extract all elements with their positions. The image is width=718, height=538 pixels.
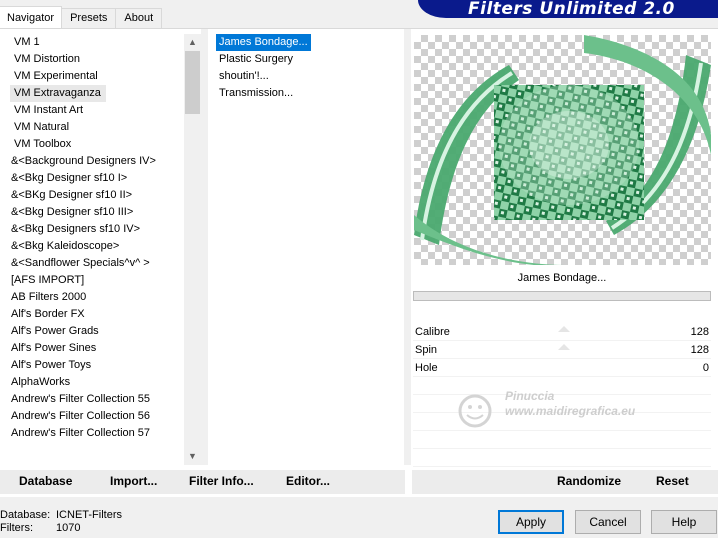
param-row-empty	[413, 431, 711, 449]
category-item[interactable]: Alf's Border FX	[0, 306, 184, 323]
database-value: ICNET-Filters	[56, 509, 122, 521]
param-value: 128	[690, 344, 709, 356]
filter-item[interactable]: Transmission...	[216, 85, 404, 102]
category-item[interactable]: Andrew's Filter Collection 56	[0, 408, 184, 425]
category-item[interactable]: Alf's Power Sines	[0, 340, 184, 357]
category-item[interactable]: Andrew's Filter Collection 55	[0, 391, 184, 408]
watermark-line2: www.maidiregrafica.eu	[505, 404, 636, 418]
reset-button[interactable]: Reset	[656, 470, 689, 492]
param-row-empty	[413, 449, 711, 467]
randomize-button[interactable]: Randomize	[557, 470, 621, 492]
bottom-toolbar: Database Import... Filter Info... Editor…	[0, 470, 718, 494]
filter-list[interactable]: James Bondage... Plastic Surgery shoutin…	[216, 34, 404, 464]
category-item[interactable]: &<Bkg Designers sf10 IV>	[0, 221, 184, 238]
filters-label: Filters:	[0, 522, 33, 534]
watermark-line1: Pinuccia	[505, 389, 555, 403]
category-item[interactable]: AB Filters 2000	[0, 289, 184, 306]
scroll-down-icon[interactable]: ▼	[184, 448, 201, 465]
param-row-calibre[interactable]: Calibre 128	[413, 323, 711, 341]
category-item[interactable]: VM Natural	[0, 119, 184, 136]
slider-tick-icon[interactable]	[558, 344, 570, 350]
import-button[interactable]: Import...	[110, 470, 157, 492]
title-banner: Filters Unlimited 2.0	[418, 0, 718, 19]
param-value: 0	[702, 362, 709, 374]
tab-navigator[interactable]: Navigator	[0, 6, 63, 28]
filter-item-selected[interactable]: James Bondage...	[216, 34, 311, 51]
category-item[interactable]: &<Bkg Designer sf10 I>	[0, 170, 184, 187]
apply-button[interactable]: Apply	[498, 510, 564, 534]
watermark-logo-icon	[458, 394, 492, 428]
tab-presets[interactable]: Presets	[61, 8, 117, 28]
scroll-up-icon[interactable]: ▲	[184, 34, 201, 51]
slider-tick-icon[interactable]	[558, 326, 570, 332]
category-item[interactable]: VM Toolbox	[0, 136, 184, 153]
category-item[interactable]: VM Instant Art	[0, 102, 184, 119]
category-item[interactable]: &<Bkg Designer sf10 III>	[0, 204, 184, 221]
database-button[interactable]: Database	[19, 470, 72, 492]
param-name: Spin	[415, 344, 438, 356]
param-name: Hole	[415, 362, 438, 374]
scrollbar-thumb[interactable]	[185, 51, 200, 114]
category-scrollbar[interactable]: ▲ ▼	[184, 34, 201, 465]
category-item[interactable]: &<Background Designers IV>	[0, 153, 184, 170]
category-item[interactable]: Alf's Power Toys	[0, 357, 184, 374]
category-item[interactable]: VM Experimental	[0, 68, 184, 85]
category-item[interactable]: AlphaWorks	[0, 374, 184, 391]
category-item[interactable]: Andrew's Filter Collection 57	[0, 425, 184, 442]
tab-bar: Navigator Presets About	[0, 6, 163, 28]
category-item[interactable]: &<Bkg Kaleidoscope>	[0, 238, 184, 255]
banner-title: Filters Unlimited 2.0	[468, 0, 675, 19]
help-button[interactable]: Help	[651, 510, 717, 534]
filter-preview	[414, 35, 711, 265]
progress-bar	[413, 291, 711, 301]
category-item[interactable]: VM 1	[0, 34, 184, 51]
category-item[interactable]: &<BKg Designer sf10 II>	[0, 187, 184, 204]
category-list[interactable]: VM 1 VM Distortion VM Experimental VM Ex…	[0, 34, 184, 464]
filters-count: 1070	[56, 522, 81, 534]
panel-divider	[404, 29, 411, 465]
editor-button[interactable]: Editor...	[286, 470, 330, 492]
category-item[interactable]: &<Sandflower Specials^v^ >	[0, 255, 184, 272]
category-item[interactable]: VM Distortion	[0, 51, 184, 68]
category-item[interactable]: [AFS IMPORT]	[0, 272, 184, 289]
tab-about[interactable]: About	[115, 8, 163, 28]
param-row-spin[interactable]: Spin 128	[413, 341, 711, 359]
param-name: Calibre	[415, 326, 450, 338]
param-row-hole[interactable]: Hole 0	[413, 359, 711, 377]
list-divider	[201, 29, 208, 465]
filter-item[interactable]: shoutin'!...	[216, 68, 404, 85]
cancel-button[interactable]: Cancel	[575, 510, 641, 534]
filter-item[interactable]: Plastic Surgery	[216, 51, 404, 68]
database-label: Database:	[0, 509, 51, 521]
navigator-panel: VM 1 VM Distortion VM Experimental VM Ex…	[0, 28, 718, 497]
category-item-selected[interactable]: VM Extravaganza	[10, 85, 106, 102]
category-item[interactable]: Alf's Power Grads	[0, 323, 184, 340]
param-value: 128	[690, 326, 709, 338]
filter-info-button[interactable]: Filter Info...	[189, 470, 254, 492]
preview-filter-name: James Bondage...	[517, 272, 607, 284]
status-info: Database: ICNET-Filters Filters: 1070	[0, 509, 122, 535]
preview-image	[414, 35, 711, 265]
